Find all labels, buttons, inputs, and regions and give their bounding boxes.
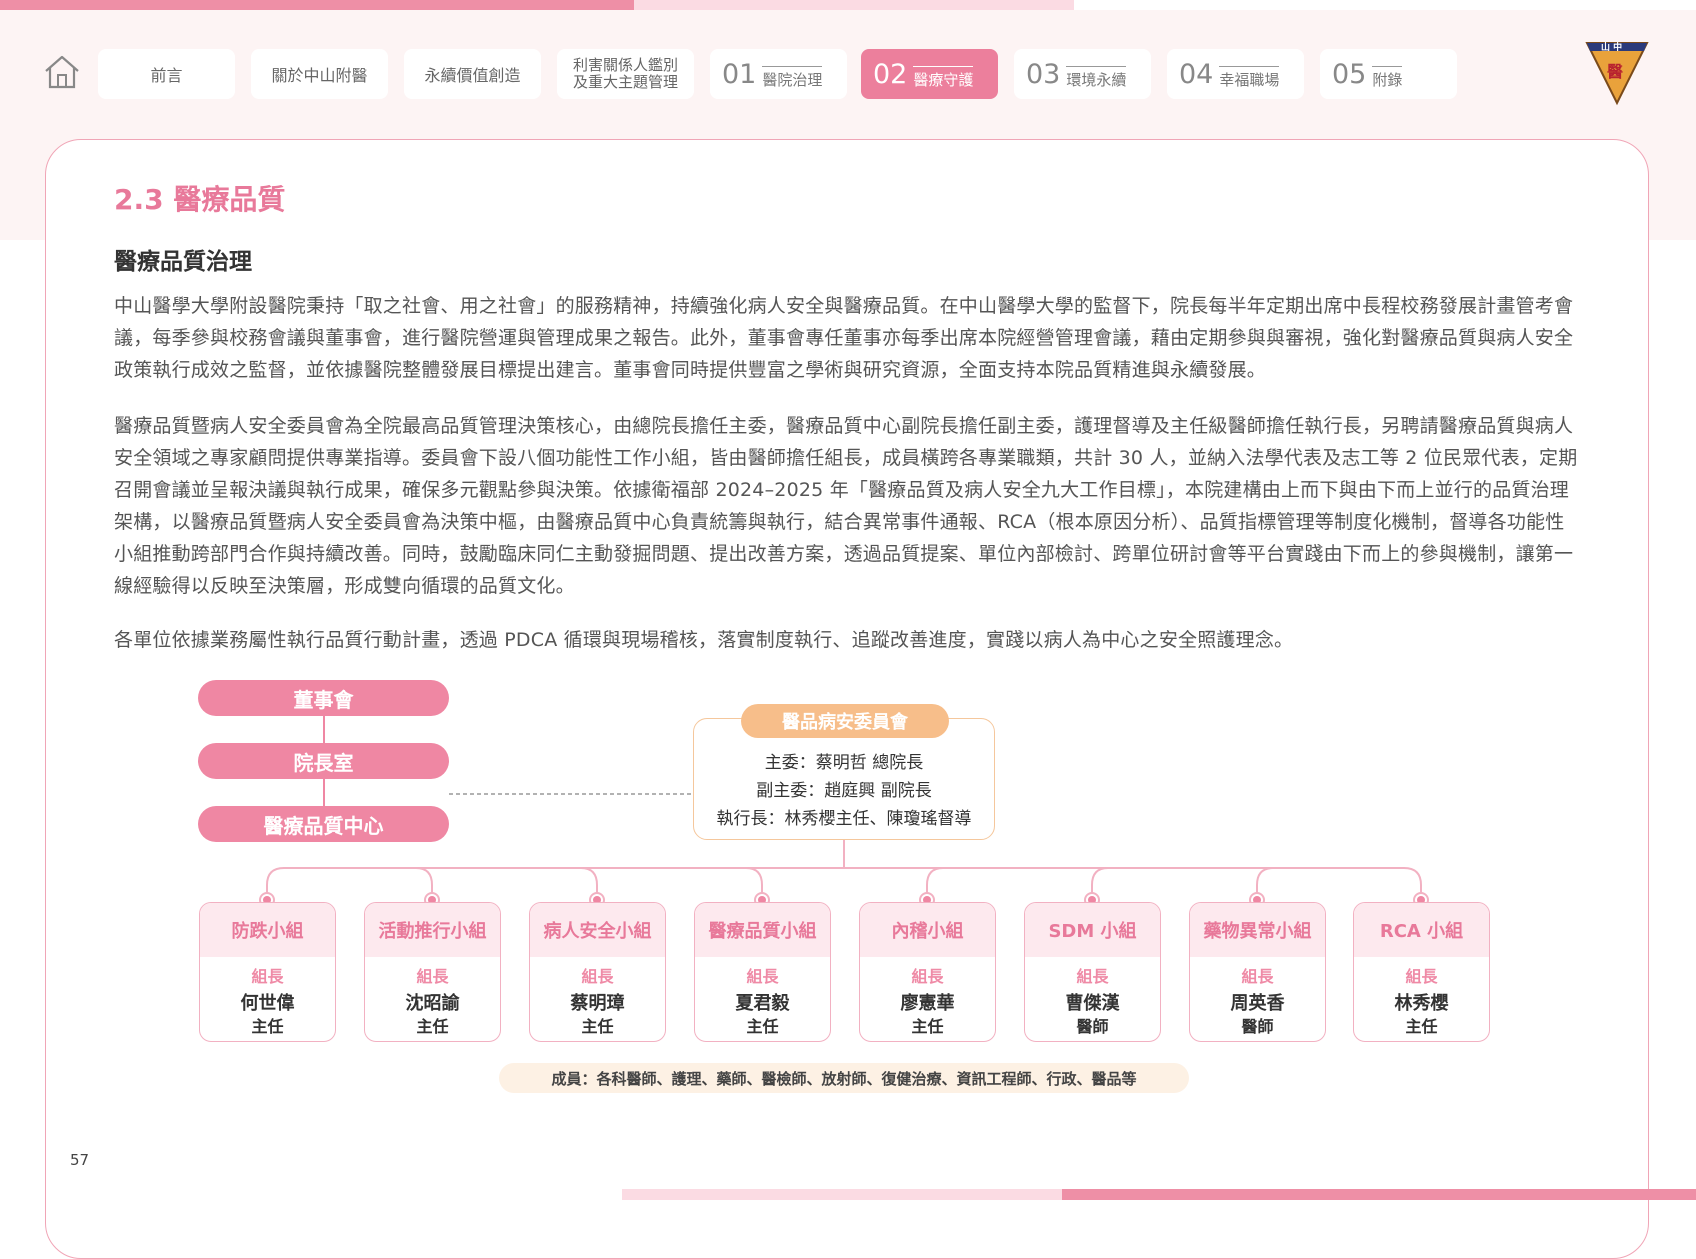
group-name: 內稽小組 — [860, 903, 995, 957]
committee-chair: 主委：蔡明哲 總院長 — [764, 753, 924, 773]
nav-tab-stakeholders[interactable]: 利害關係人鑑別 及重大主題管理 — [557, 49, 694, 99]
group-card-medical-quality: 醫療品質小組 組長 夏君毅 主任 — [694, 902, 831, 1042]
group-leader-title: 醫師 — [1076, 1017, 1109, 1036]
home-icon[interactable] — [42, 52, 82, 92]
nav-tab-preface[interactable]: 前言 — [98, 49, 235, 99]
hospital-logo: 山 中 醫 — [1585, 41, 1649, 106]
group-name: 防跌小組 — [200, 903, 335, 957]
bottom-accent-bar — [1062, 1189, 1696, 1200]
group-name: 藥物異常小組 — [1190, 903, 1325, 957]
committee-title: 醫品病安委員會 — [741, 704, 949, 738]
group-card-fall-prevention: 防跌小組 組長 何世偉 主任 — [199, 902, 336, 1042]
svg-text:醫: 醫 — [1607, 62, 1623, 81]
group-role: 組長 — [746, 967, 779, 986]
group-name: 活動推行小組 — [365, 903, 500, 957]
committee-executive: 執行長：林秀櫻主任、陳瓊瑤督導 — [716, 809, 972, 829]
paragraph-3: 各單位依據業務屬性執行品質行動計畫，透過 PDCA 循環與現場稽核，落實制度執行… — [114, 629, 1294, 651]
group-role: 組長 — [1405, 967, 1438, 986]
nav-tab-02[interactable]: 02 醫療守護 — [861, 49, 998, 99]
org-node-quality-center: 醫療品質中心 — [198, 806, 449, 842]
group-leader-title: 主任 — [911, 1017, 944, 1036]
svg-text:山 中: 山 中 — [1601, 41, 1622, 53]
group-role: 組長 — [416, 967, 449, 986]
nav-tab-01[interactable]: 01 醫院治理 — [710, 49, 847, 99]
group-leader: 林秀櫻 — [1394, 993, 1449, 1014]
nav-tab-05[interactable]: 05 附錄 — [1320, 49, 1457, 99]
group-leader-title: 醫師 — [1241, 1017, 1274, 1036]
group-leader: 夏君毅 — [735, 993, 790, 1014]
top-accent-bar-light — [634, 0, 1074, 10]
group-name: SDM 小組 — [1025, 903, 1160, 957]
group-leader: 蔡明璋 — [570, 993, 625, 1014]
group-leader-title: 主任 — [746, 1017, 779, 1036]
org-node-president-office: 院長室 — [198, 743, 449, 779]
nav-tab-03[interactable]: 03 環境永續 — [1014, 49, 1151, 99]
group-name: 醫療品質小組 — [695, 903, 830, 957]
group-leader-title: 主任 — [1405, 1017, 1438, 1036]
nav-tab-sustainable-value[interactable]: 永續價值創造 — [404, 49, 541, 99]
org-node-board: 董事會 — [198, 680, 449, 716]
group-role: 組長 — [251, 967, 284, 986]
bottom-accent-bar-light — [622, 1189, 1062, 1200]
group-card-activity: 活動推行小組 組長 沈昭諭 主任 — [364, 902, 501, 1042]
section-title: 2.3 醫療品質 — [114, 183, 286, 216]
group-leader: 周英香 — [1230, 993, 1285, 1014]
top-accent-bar — [0, 0, 634, 10]
nav-tab-about[interactable]: 關於中山附醫 — [251, 49, 388, 99]
group-card-medication: 藥物異常小組 組長 周英香 醫師 — [1189, 902, 1326, 1042]
committee-vice-chair: 副主委：趙庭興 副院長 — [756, 781, 932, 801]
group-role: 組長 — [911, 967, 944, 986]
group-leader: 何世偉 — [240, 993, 295, 1014]
group-role: 組長 — [1241, 967, 1274, 986]
page-number: 57 — [70, 1151, 90, 1169]
group-role: 組長 — [581, 967, 614, 986]
group-name: RCA 小組 — [1354, 903, 1489, 957]
paragraph-1: 中山醫學大學附設醫院秉持「取之社會、用之社會」的服務精神，持續強化病人安全與醫療… — [114, 295, 1574, 381]
group-leader: 沈昭諭 — [405, 993, 460, 1014]
group-leader: 曹傑漢 — [1065, 993, 1120, 1014]
nav-tab-04[interactable]: 04 幸福職場 — [1167, 49, 1304, 99]
group-card-sdm: SDM 小組 組長 曹傑漢 醫師 — [1024, 902, 1161, 1042]
group-card-rca: RCA 小組 組長 林秀櫻 主任 — [1353, 902, 1490, 1042]
members-note: 成員：各科醫師、護理、藥師、醫檢師、放射師、復健治療、資訊工程師、行政、醫品等 — [499, 1063, 1189, 1093]
sub-title: 醫療品質治理 — [114, 249, 252, 275]
group-name: 病人安全小組 — [530, 903, 665, 957]
group-leader-title: 主任 — [416, 1017, 449, 1036]
group-role: 組長 — [1076, 967, 1109, 986]
group-card-internal-audit: 內稽小組 組長 廖憲華 主任 — [859, 902, 996, 1042]
group-card-patient-safety: 病人安全小組 組長 蔡明璋 主任 — [529, 902, 666, 1042]
group-leader-title: 主任 — [581, 1017, 614, 1036]
group-leader: 廖憲華 — [900, 993, 955, 1014]
paragraph-2: 醫療品質暨病人安全委員會為全院最高品質管理決策核心，由總院長擔任主委，醫療品質中… — [114, 415, 1578, 597]
group-leader-title: 主任 — [251, 1017, 284, 1036]
